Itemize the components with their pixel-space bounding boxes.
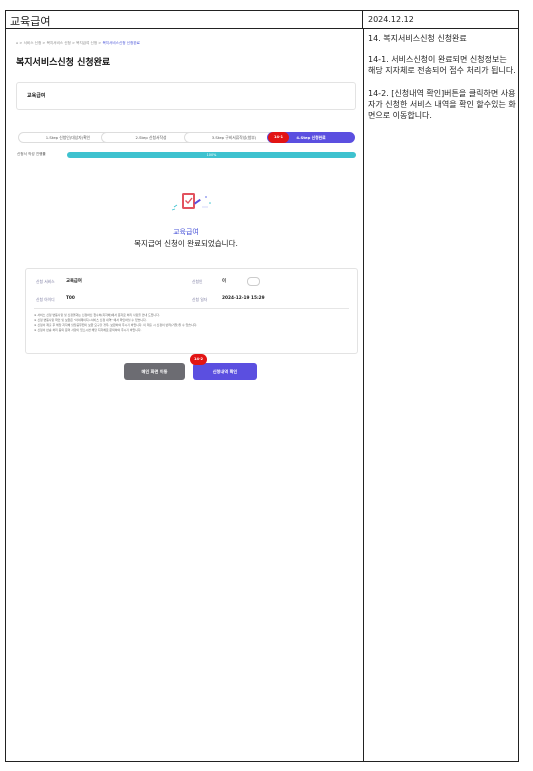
breadcrumb-item[interactable]: 복지급여 신청	[76, 41, 97, 45]
progress-bar: 100%	[67, 152, 356, 158]
applicant-label: 신청인	[192, 279, 203, 284]
service-value: 교육급여	[66, 279, 82, 284]
page-title: 복지서비스신청 신청완료	[16, 58, 111, 68]
notice-list: ※ 서비스 신청 변동사항 및 신청결과는 신청하신 접수처(지자체)에서 문자…	[34, 313, 352, 333]
step-indicator: 1.Step 신청인(대상자)확인 2.Step 신청서작성 3.Step 구비…	[18, 132, 355, 143]
breadcrumb-item[interactable]: 복지서비스 신청	[47, 41, 71, 45]
go-main-button[interactable]: 메인 화면 이동	[124, 363, 185, 380]
column-divider	[363, 29, 364, 761]
complete-subtitle: 교육급여	[173, 228, 199, 236]
description-item-2: 14-2. [신청내역 확인]버튼을 클릭하면 사용자가 신청한 서비스 내역을…	[368, 89, 516, 120]
description-item-1: 14-1. 서비스신청이 완료되면 신청정보는 해당 지자체로 전송되어 접수 …	[368, 55, 516, 75]
application-date-value: 2024-12-19 15:29	[222, 296, 265, 301]
notice-item: ※ 신청서 반송 처리 등의 문의 사항이 있으시면 해당 지자체로 문의하여 …	[34, 328, 142, 332]
description-panel: 14. 복지서비스신청 신청완료 14-1. 서비스신청이 완료되면 신청정보는…	[368, 33, 516, 133]
service-card: 교육급여	[16, 82, 356, 110]
document-title: 교육급여	[6, 11, 363, 29]
view-application-history-button[interactable]: 신청내역 확인	[193, 363, 257, 380]
annotation-badge-14-1: 14-1	[268, 132, 289, 143]
application-id-value: T00	[66, 296, 75, 301]
application-date-label: 신청 일자	[192, 297, 208, 302]
breadcrumb-item[interactable]: 서비스 신청	[24, 41, 42, 45]
info-divider	[34, 308, 349, 309]
home-icon[interactable]: ⌂	[16, 41, 18, 45]
screenshot-area: ⌂ > 서비스 신청 > 복지서비스 신청 > 복지급여 신청 > 복지서비스신…	[16, 41, 356, 110]
applicant-value: 이	[222, 279, 226, 284]
document-date: 2024.12.12	[363, 11, 518, 29]
breadcrumb: ⌂ > 서비스 신청 > 복지서비스 신청 > 복지급여 신청 > 복지서비스신…	[16, 41, 140, 45]
annotation-badge-14-2: 14-2	[190, 354, 207, 365]
progress-percent: 100%	[206, 153, 217, 157]
description-heading: 14. 복지서비스신청 신청완료	[368, 34, 467, 43]
clipboard-check-icon	[171, 193, 211, 211]
document-frame: 교육급여 2024.12.12 14. 복지서비스신청 신청완료 14-1. 서…	[5, 10, 519, 762]
service-label: 신청 서비스	[36, 279, 55, 284]
application-id-label: 신청 아이디	[36, 297, 55, 302]
breadcrumb-current: 복지서비스신청 신청완료	[102, 41, 140, 45]
application-info-box: 신청 서비스 교육급여 신청인 이 신청 아이디 T00 신청 일자 2024-…	[25, 268, 358, 354]
progress-label: 신청서 작성 진행률	[17, 152, 46, 156]
service-card-title: 교육급여	[27, 93, 46, 99]
mask-toggle[interactable]	[247, 277, 260, 286]
complete-message: 복지급여 신청이 완료되었습니다.	[134, 239, 238, 248]
